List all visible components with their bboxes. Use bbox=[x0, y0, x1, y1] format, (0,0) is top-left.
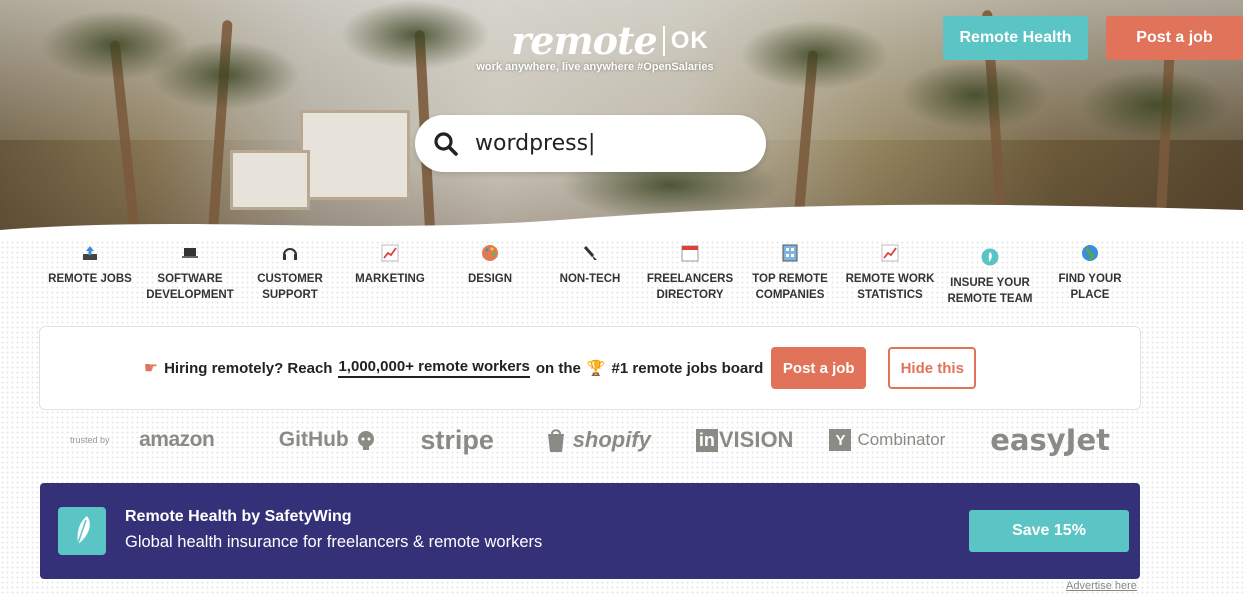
ycombinator-logo-text: Combinator bbox=[857, 430, 946, 449]
nav-item-remote-jobs[interactable]: REMOTE JOBS bbox=[40, 244, 140, 307]
nav-item-find-your-place[interactable]: FIND YOUR PLACE bbox=[1040, 244, 1140, 307]
octocat-icon bbox=[357, 431, 374, 450]
nav-label: NON-TECH bbox=[559, 273, 621, 285]
search-input[interactable] bbox=[475, 131, 745, 156]
invision-logo: in VISION bbox=[695, 427, 794, 453]
palette-icon bbox=[482, 245, 498, 261]
headphones-icon bbox=[283, 248, 297, 260]
invision-logo-box: in bbox=[695, 428, 718, 452]
invision-logo-text: VISION bbox=[718, 427, 794, 452]
nav-label: FIND YOUR bbox=[1058, 273, 1122, 285]
nav-label: DEVELOPMENT bbox=[146, 289, 234, 301]
laptop-icon bbox=[182, 248, 198, 258]
nav-label: REMOTE TEAM bbox=[947, 293, 1033, 305]
logo-divider bbox=[662, 25, 665, 56]
easyjet-logo-text: easyJet bbox=[990, 423, 1110, 457]
nav-item-marketing[interactable]: MARKETING bbox=[340, 244, 440, 307]
tagline: work anywhere, live anywhere #OpenSalari… bbox=[476, 61, 714, 73]
post-job-button[interactable]: Post a job bbox=[771, 347, 867, 389]
building-icon bbox=[782, 244, 798, 262]
trusted-by-logos: trusted by amazon GitHub stripe shopify … bbox=[70, 418, 1110, 462]
pointing-hand-icon: ☛ bbox=[143, 360, 159, 377]
nav-label: REMOTE JOBS bbox=[48, 273, 132, 285]
hero-wave bbox=[0, 204, 1243, 240]
hiring-banner: ☛ Hiring remotely? Reach 1,000,000+ remo… bbox=[39, 326, 1141, 410]
nav-label: SUPPORT bbox=[262, 289, 318, 301]
nav-item-non-tech[interactable]: NON-TECH bbox=[540, 244, 640, 307]
github-logo-text: GitHub bbox=[278, 428, 349, 451]
hiring-text-middle: on the bbox=[535, 359, 581, 377]
feather-icon bbox=[76, 516, 90, 547]
logo[interactable]: remote OK bbox=[495, 18, 725, 63]
nav-label: DESIGN bbox=[467, 273, 513, 285]
amazon-logo: amazon bbox=[139, 428, 243, 452]
remote-health-ad[interactable]: Remote Health by SafetyWing Global healt… bbox=[40, 483, 1140, 579]
amazon-logo-text: amazon bbox=[139, 428, 215, 451]
hero-house bbox=[300, 110, 410, 200]
github-logo: GitHub bbox=[279, 428, 385, 452]
brush-icon bbox=[583, 246, 597, 260]
shopify-logo: shopify bbox=[545, 427, 660, 453]
ycombinator-logo-box: Y bbox=[829, 429, 852, 451]
logo-suffix: OK bbox=[670, 26, 709, 54]
nav-item-top-remote-companies[interactable]: TOP REMOTE COMPANIES bbox=[740, 244, 840, 307]
remote-health-button[interactable]: Remote Health bbox=[943, 16, 1088, 60]
logo-word: remote bbox=[511, 18, 657, 63]
shopify-logo-text: shopify bbox=[572, 427, 651, 452]
trusted-label: trusted by bbox=[70, 435, 110, 445]
upload-tray-icon bbox=[83, 246, 97, 260]
easyjet-logo: easyJet bbox=[990, 423, 1110, 457]
chart-icon bbox=[381, 244, 399, 262]
hiring-message: ☛ Hiring remotely? Reach 1,000,000+ remo… bbox=[143, 358, 764, 378]
nav-item-insure-remote-team[interactable]: INSURE YOUR REMOTE TEAM bbox=[940, 248, 1040, 307]
nav-label: MARKETING bbox=[355, 273, 425, 285]
globe-icon bbox=[1082, 245, 1098, 262]
hero-frond bbox=[740, 20, 890, 90]
stripe-logo-text: stripe bbox=[420, 424, 494, 455]
ad-description: Global health insurance for freelancers … bbox=[125, 533, 543, 551]
hiring-text-before: Hiring remotely? Reach bbox=[164, 359, 333, 377]
post-job-button[interactable]: Post a job bbox=[1106, 16, 1243, 60]
shopping-bag-icon bbox=[547, 429, 564, 452]
hero-frond bbox=[900, 60, 1050, 130]
ycombinator-logo: Y Combinator bbox=[829, 429, 954, 451]
save-discount-button[interactable]: Save 15% bbox=[969, 510, 1129, 552]
ad-title: Remote Health by SafetyWing bbox=[125, 508, 352, 525]
hiring-text-after: #1 remote jobs board bbox=[611, 359, 764, 377]
hero-frond bbox=[150, 40, 300, 110]
category-nav: REMOTE JOBS SOFTWARE DEVELOPMENT CUSTOME… bbox=[40, 244, 1140, 307]
hero-frond bbox=[340, 0, 490, 70]
nav-label: SOFTWARE bbox=[157, 273, 223, 285]
search-icon bbox=[434, 131, 458, 156]
brand[interactable]: remote OK work anywhere, live anywhere #… bbox=[476, 18, 725, 73]
stripe-logo: stripe bbox=[420, 425, 508, 456]
nav-label: REMOTE WORK bbox=[845, 273, 935, 285]
ad-text: Remote Health by SafetyWing Global healt… bbox=[125, 508, 545, 554]
trophy-icon: 🏆 bbox=[586, 360, 606, 377]
calendar-icon bbox=[681, 245, 699, 262]
feather-icon bbox=[981, 248, 999, 266]
nav-label: TOP REMOTE bbox=[752, 273, 828, 285]
nav-label: INSURE YOUR bbox=[950, 277, 1030, 289]
remote-workers-link[interactable]: 1,000,000+ remote workers bbox=[338, 358, 530, 378]
nav-label: STATISTICS bbox=[857, 289, 923, 301]
nav-item-customer-support[interactable]: CUSTOMER SUPPORT bbox=[240, 244, 340, 307]
nav-label: COMPANIES bbox=[755, 289, 825, 301]
nav-label: FREELANCERS bbox=[646, 273, 734, 285]
advertise-link[interactable]: Advertise here bbox=[1066, 580, 1137, 592]
nav-item-remote-work-statistics[interactable]: REMOTE WORK STATISTICS bbox=[840, 244, 940, 307]
nav-label: CUSTOMER bbox=[257, 273, 323, 285]
search-bar[interactable] bbox=[415, 115, 766, 172]
nav-item-software-development[interactable]: SOFTWARE DEVELOPMENT bbox=[140, 244, 240, 307]
nav-label: PLACE bbox=[1070, 289, 1110, 301]
ad-logo bbox=[58, 507, 106, 555]
nav-item-freelancers-directory[interactable]: FREELANCERS DIRECTORY bbox=[640, 244, 740, 307]
hero-frond bbox=[1080, 70, 1230, 140]
chart-icon bbox=[881, 244, 899, 262]
nav-label: DIRECTORY bbox=[656, 289, 724, 301]
nav-item-design[interactable]: DESIGN bbox=[440, 244, 540, 307]
hide-banner-button[interactable]: Hide this bbox=[888, 347, 977, 389]
